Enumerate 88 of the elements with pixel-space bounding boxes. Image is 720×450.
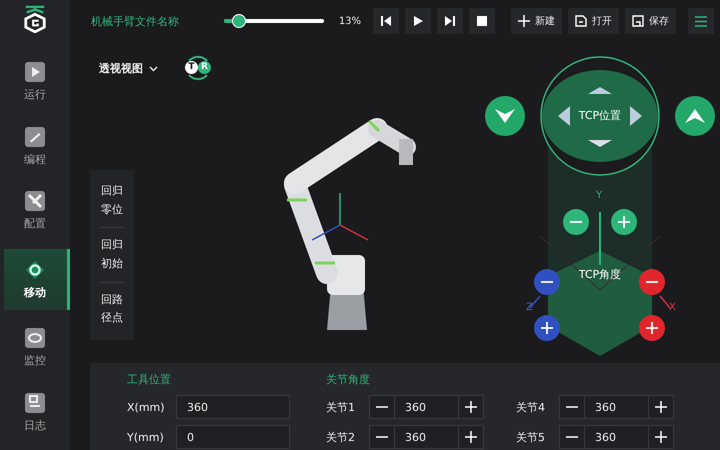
plus-icon bbox=[465, 401, 477, 413]
plus-icon bbox=[541, 322, 553, 334]
increment-button[interactable] bbox=[458, 395, 484, 419]
axis-label: X bbox=[669, 302, 676, 313]
plus-icon bbox=[646, 322, 658, 334]
play-button[interactable] bbox=[404, 8, 431, 34]
eye-icon bbox=[24, 327, 46, 350]
speed-reading: 13% bbox=[338, 16, 362, 26]
plus-icon bbox=[465, 431, 477, 443]
arrow-down-icon[interactable] bbox=[588, 140, 612, 147]
transform-toggle[interactable]: T R bbox=[183, 53, 213, 83]
toolbar-button[interactable]: 打开 bbox=[568, 8, 619, 34]
y-axis-line bbox=[599, 212, 601, 265]
axis-label: Z bbox=[526, 302, 533, 313]
minus-button[interactable] bbox=[534, 269, 560, 295]
increment-button[interactable] bbox=[458, 425, 484, 449]
sidebar-item[interactable]: 编程 bbox=[4, 119, 70, 174]
section-title: 工具位置 bbox=[127, 372, 172, 387]
input-field[interactable]: 0 bbox=[176, 425, 290, 449]
skip-forward-button[interactable] bbox=[436, 8, 463, 34]
increment-button[interactable] bbox=[648, 395, 674, 419]
move-down-button[interactable] bbox=[485, 96, 525, 136]
decrement-button[interactable] bbox=[369, 425, 395, 449]
stop-button[interactable] bbox=[468, 8, 495, 34]
play-icon bbox=[24, 61, 46, 84]
home-menu-item[interactable]: 回路径点 bbox=[100, 282, 124, 336]
chevron-down-icon bbox=[149, 66, 158, 72]
section-title: 关节角度 bbox=[326, 372, 371, 387]
toolbar-button[interactable]: 保存 bbox=[625, 8, 676, 34]
input-field[interactable]: 360 bbox=[395, 425, 458, 449]
home-menu-item[interactable]: 回归初始 bbox=[100, 228, 124, 282]
sidebar-item[interactable]: 配置 bbox=[4, 184, 70, 238]
field-label: Y(mm) bbox=[127, 430, 165, 444]
skip-back-icon bbox=[380, 15, 392, 27]
pencil-icon bbox=[24, 126, 46, 148]
chevron-down-icon bbox=[495, 109, 515, 123]
sidebar-item[interactable]: 监控 bbox=[4, 320, 70, 374]
field-label: 关节2 bbox=[326, 430, 356, 444]
plus-button[interactable] bbox=[534, 315, 560, 341]
stop-icon bbox=[476, 15, 488, 27]
home-menu-item[interactable]: 回归零位 bbox=[100, 174, 124, 228]
tcp-position-label: TCP位置 bbox=[578, 108, 622, 123]
arrow-left-icon[interactable] bbox=[558, 106, 570, 126]
input-field[interactable]: 360 bbox=[395, 395, 458, 419]
skip-forward-icon bbox=[444, 15, 456, 27]
input-field[interactable]: 360 bbox=[585, 395, 648, 419]
play-icon bbox=[412, 15, 424, 27]
plus-icon bbox=[618, 216, 630, 228]
chevron-up-icon bbox=[685, 109, 705, 123]
axis-label: Y bbox=[596, 190, 602, 201]
decrement-button[interactable] bbox=[559, 425, 585, 449]
field-label: 关节1 bbox=[326, 400, 356, 414]
move-up-button[interactable] bbox=[675, 96, 715, 136]
tcp-angle-label: TCP角度 bbox=[578, 267, 622, 282]
decrement-button[interactable] bbox=[369, 395, 395, 419]
logo-icon bbox=[22, 5, 48, 33]
skip-back-button[interactable] bbox=[372, 8, 399, 34]
arrow-right-icon[interactable] bbox=[630, 106, 642, 126]
plus-button[interactable] bbox=[639, 315, 665, 341]
plus-button[interactable] bbox=[611, 209, 637, 235]
minus-button[interactable] bbox=[563, 209, 589, 235]
toolbar-button[interactable]: 新建 bbox=[511, 8, 562, 34]
field-label: X(mm) bbox=[127, 400, 166, 414]
x-shape-icon bbox=[24, 190, 46, 212]
axes-drawing bbox=[312, 193, 368, 241]
increment-button[interactable] bbox=[648, 425, 674, 449]
menu-button[interactable] bbox=[688, 8, 714, 34]
sidebar-item[interactable]: 日志 bbox=[4, 385, 70, 439]
plus-icon bbox=[518, 15, 530, 27]
menu-icon bbox=[695, 16, 707, 26]
position-pad[interactable] bbox=[542, 70, 658, 162]
file-name: 机械手臂文件名称 bbox=[91, 14, 180, 28]
target-icon bbox=[24, 258, 46, 281]
field-label: 关节5 bbox=[516, 430, 546, 444]
plus-icon bbox=[655, 431, 667, 443]
view-dropdown[interactable]: 透视视图 bbox=[99, 61, 158, 76]
arrow-up-icon[interactable] bbox=[588, 87, 612, 94]
decrement-button[interactable] bbox=[559, 395, 585, 419]
plus-icon bbox=[655, 401, 667, 413]
input-field[interactable]: 360 bbox=[585, 425, 648, 449]
input-field[interactable]: 360 bbox=[176, 395, 290, 419]
document-icon bbox=[24, 392, 46, 414]
minus-button[interactable] bbox=[639, 269, 665, 295]
sidebar-item[interactable]: 运行 bbox=[4, 54, 70, 108]
field-label: 关节4 bbox=[516, 400, 546, 414]
x-axis-line bbox=[659, 296, 671, 308]
sidebar-item[interactable]: 移动 bbox=[4, 248, 70, 310]
save-icon bbox=[632, 15, 644, 27]
